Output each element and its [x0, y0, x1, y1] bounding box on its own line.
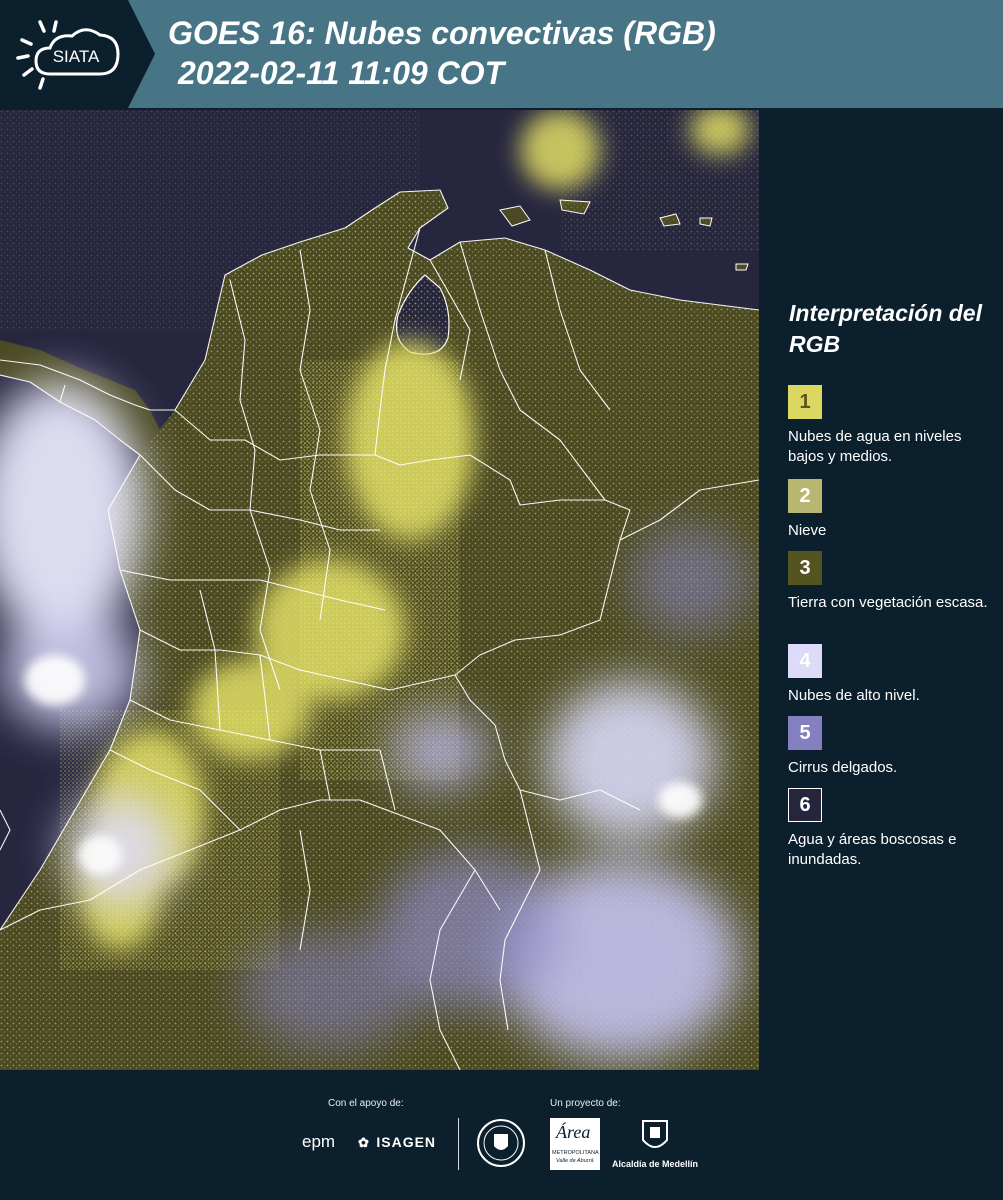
legend-label-3: Tierra con vegetación escasa. — [788, 594, 988, 611]
legend-item-6: 6 Agua y áreas boscosas e inundadas. — [788, 788, 998, 870]
svg-text:SIATA: SIATA — [53, 47, 100, 66]
siata-logo: SIATA — [0, 0, 155, 108]
page-timestamp: 2022-02-11 11:09 COT — [178, 55, 505, 91]
legend-label-1: Nubes de agua en niveles bajos y medios. — [788, 428, 962, 465]
page-title: GOES 16: Nubes convectivas (RGB) — [168, 15, 716, 51]
legend-label-5: Cirrus delgados. — [788, 759, 898, 776]
medellin-seal-icon — [476, 1118, 526, 1168]
legend-swatch-3: 3 — [788, 551, 822, 585]
support-caption: Con el apoyo de: — [328, 1098, 404, 1109]
header: SIATA GOES 16: Nubes convectivas (RGB) 2… — [0, 0, 1003, 108]
alcaldia-label: Alcaldía de Medellín — [612, 1159, 699, 1169]
legend-swatch-5: 5 — [788, 716, 822, 750]
legend-label-2: Nieve — [788, 522, 827, 539]
legend-item-5: 5 Cirrus delgados. — [788, 716, 998, 778]
legend-swatch-1: 1 — [788, 385, 822, 419]
isagen-logo: ✿ ISAGEN — [358, 1134, 437, 1150]
epm-logo: epm — [302, 1132, 336, 1151]
legend-item-3: 3 Tierra con vegetación escasa. — [788, 551, 998, 613]
legend-title: Interpretación del RGB — [789, 300, 982, 357]
legend-label-4: Nubes de alto nivel. — [788, 687, 920, 704]
legend-label-6: Agua y áreas boscosas e inundadas. — [788, 831, 957, 868]
area-metropolitana-logo: Área METROPOLITANA Valle de Aburrá — [550, 1118, 600, 1170]
project-caption: Un proyecto de: — [550, 1098, 621, 1109]
footer: Con el apoyo de: Un proyecto de: epm ✿ I… — [0, 1070, 1003, 1200]
legend-item-4: 4 Nubes de alto nivel. — [788, 644, 998, 706]
footer-divider — [458, 1118, 459, 1170]
satellite-map[interactable] — [0, 110, 759, 1070]
legend-item-2: 2 Nieve — [788, 479, 998, 541]
alcaldia-shield-icon — [640, 1118, 670, 1156]
legend-swatch-2: 2 — [788, 479, 822, 513]
isagen-mark-icon: ✿ — [358, 1135, 369, 1150]
legend-item-1: 1 Nubes de agua en niveles bajos y medio… — [788, 385, 998, 467]
legend-swatch-4: 4 — [788, 644, 822, 678]
legend-panel: Interpretación del RGB 1 Nubes de agua e… — [762, 110, 1003, 1070]
legend-swatch-6: 6 — [788, 788, 822, 822]
